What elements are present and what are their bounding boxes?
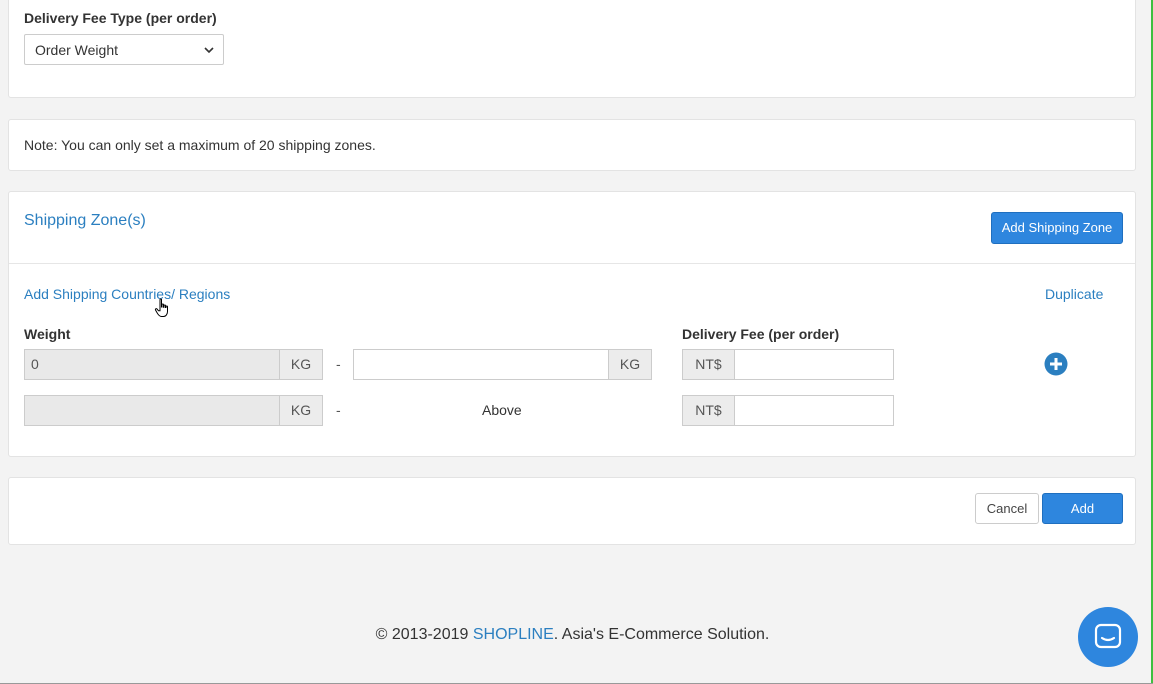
fee-type-label: Delivery Fee Type (per order) <box>24 10 217 26</box>
actions-card: Cancel Add <box>8 477 1136 545</box>
add-button[interactable]: Add <box>1042 493 1123 524</box>
weight-unit-addon: KG <box>608 349 652 380</box>
weight-unit-addon: KG <box>279 395 323 426</box>
cancel-button[interactable]: Cancel <box>975 493 1039 524</box>
weight-label: Weight <box>24 326 71 342</box>
footer-brand-link[interactable]: SHOPLINE <box>473 626 554 643</box>
hand-pointer-icon <box>154 298 168 317</box>
delivery-fee-input[interactable] <box>734 349 894 380</box>
chevron-down-icon <box>204 47 214 54</box>
note-card: Note: You can only set a maximum of 20 s… <box>8 119 1136 171</box>
duplicate-link[interactable]: Duplicate <box>1045 286 1103 302</box>
weight-to-input[interactable] <box>353 349 609 380</box>
above-text: Above <box>482 402 522 418</box>
chat-icon <box>1094 623 1122 649</box>
currency-addon: NT$ <box>682 395 735 426</box>
plus-circle-icon[interactable] <box>1044 352 1068 376</box>
fee-type-selected-value: Order Weight <box>35 42 118 58</box>
shipping-zones-title: Shipping Zone(s) <box>24 212 146 229</box>
footer-tagline: . Asia's E-Commerce Solution. <box>553 626 770 643</box>
divider <box>9 263 1135 264</box>
fee-type-select[interactable]: Order Weight <box>24 34 224 65</box>
currency-addon: NT$ <box>682 349 735 380</box>
chat-launcher-button[interactable] <box>1078 607 1138 667</box>
fee-type-card: Delivery Fee Type (per order) Order Weig… <box>8 0 1136 98</box>
add-shipping-zone-button[interactable]: Add Shipping Zone <box>991 212 1123 244</box>
weight-from-input[interactable] <box>24 395 280 426</box>
range-separator: - <box>336 356 341 372</box>
delivery-fee-label: Delivery Fee (per order) <box>682 326 840 342</box>
weight-unit-addon: KG <box>279 349 323 380</box>
shipping-zone-limit-note: Note: You can only set a maximum of 20 s… <box>24 137 376 153</box>
range-separator: - <box>336 402 341 418</box>
delivery-fee-input[interactable] <box>734 395 894 426</box>
footer: © 2013-2019 SHOPLINE. Asia's E-Commerce … <box>0 626 1145 644</box>
footer-copyright: © 2013-2019 <box>375 626 473 643</box>
shipping-zones-card: Shipping Zone(s) Add Shipping Zone Add S… <box>8 191 1136 457</box>
weight-from-input[interactable]: 0 <box>24 349 280 380</box>
add-shipping-regions-link[interactable]: Add Shipping Countries/ Regions <box>24 286 230 302</box>
